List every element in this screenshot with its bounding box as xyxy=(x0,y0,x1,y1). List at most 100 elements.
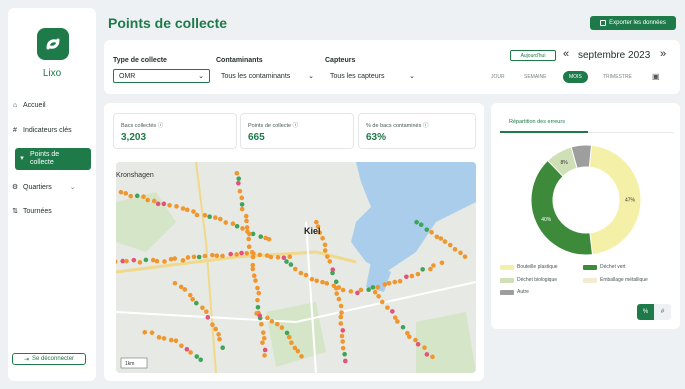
collection-point[interactable] xyxy=(262,353,267,358)
collection-point[interactable] xyxy=(239,206,245,212)
collection-point[interactable] xyxy=(210,322,215,328)
collection-point[interactable] xyxy=(234,223,240,229)
collection-point[interactable] xyxy=(250,266,256,272)
collection-point[interactable] xyxy=(355,290,360,296)
collection-point[interactable] xyxy=(275,255,281,260)
collection-point[interactable] xyxy=(246,236,251,242)
collection-point[interactable] xyxy=(385,305,390,310)
collection-point[interactable] xyxy=(155,201,161,207)
collection-point[interactable] xyxy=(336,285,342,290)
collection-point[interactable] xyxy=(262,347,268,353)
collection-point[interactable] xyxy=(261,335,267,341)
collection-point[interactable] xyxy=(255,285,260,291)
collection-point[interactable] xyxy=(145,197,151,203)
collection-point[interactable] xyxy=(234,170,240,176)
collection-point[interactable] xyxy=(234,252,239,257)
sidebar-item-accueil[interactable]: ⌂ Accueil xyxy=(8,100,86,111)
collection-point[interactable] xyxy=(452,247,458,252)
collection-point[interactable] xyxy=(333,279,339,285)
collection-point[interactable] xyxy=(325,254,330,259)
collection-point[interactable] xyxy=(194,212,200,218)
collection-point[interactable] xyxy=(286,334,292,340)
collection-point[interactable] xyxy=(143,257,149,263)
collection-point[interactable] xyxy=(424,227,430,232)
collection-point[interactable] xyxy=(339,333,345,339)
sidebar-item-points-de-collecte[interactable]: ▾ Points de collecte xyxy=(15,148,91,170)
collection-point[interactable] xyxy=(289,340,294,345)
collection-point[interactable] xyxy=(309,276,315,282)
next-month-button[interactable]: » xyxy=(660,48,666,60)
collection-point[interactable] xyxy=(174,204,179,209)
sidebar-item-indicateurs[interactable]: # Indicateurs clés xyxy=(8,125,86,136)
collection-point[interactable] xyxy=(422,345,427,350)
collection-point[interactable] xyxy=(204,309,209,314)
type-select[interactable]: OMR ⌄ xyxy=(113,69,210,83)
collection-point[interactable] xyxy=(266,236,272,242)
collection-point[interactable] xyxy=(185,255,191,260)
calendar-icon[interactable]: ▣ xyxy=(652,72,660,81)
collection-point[interactable] xyxy=(202,212,208,218)
collection-point[interactable] xyxy=(265,315,270,321)
collection-point[interactable] xyxy=(413,337,418,343)
collection-point[interactable] xyxy=(260,340,265,345)
collection-point[interactable] xyxy=(287,254,293,259)
collection-point[interactable] xyxy=(462,254,468,260)
collection-point[interactable] xyxy=(322,248,328,253)
collection-point[interactable] xyxy=(438,236,444,241)
collection-point[interactable] xyxy=(239,250,244,256)
collection-point[interactable] xyxy=(156,335,162,340)
collection-point[interactable] xyxy=(284,259,289,264)
collection-point[interactable] xyxy=(397,278,403,284)
info-icon[interactable]: ⓘ xyxy=(293,123,299,129)
collection-point[interactable] xyxy=(187,292,193,298)
collection-point[interactable] xyxy=(338,314,344,320)
collection-point[interactable] xyxy=(320,279,325,285)
collection-point[interactable] xyxy=(439,260,445,266)
collection-point[interactable] xyxy=(430,354,435,360)
collection-point[interactable] xyxy=(330,270,335,276)
collection-point[interactable] xyxy=(281,255,287,261)
collection-point[interactable] xyxy=(268,254,274,260)
collection-point[interactable] xyxy=(322,242,328,248)
sensors-select[interactable]: Tous les capteurs ⌄ xyxy=(325,69,420,83)
collection-point[interactable] xyxy=(180,258,186,263)
collection-point[interactable] xyxy=(149,330,155,336)
collection-point[interactable] xyxy=(237,188,243,194)
collection-point[interactable] xyxy=(213,215,218,220)
collection-point[interactable] xyxy=(334,291,339,296)
collection-point[interactable] xyxy=(327,259,333,264)
export-button[interactable]: Exporter les données xyxy=(590,16,676,30)
collection-point[interactable] xyxy=(428,266,433,272)
collection-point[interactable] xyxy=(339,310,344,315)
collection-point[interactable] xyxy=(137,260,143,265)
period-semaine[interactable]: SEMAINE xyxy=(524,74,547,80)
collection-point[interactable] xyxy=(214,253,220,259)
collection-point[interactable] xyxy=(194,354,200,359)
logout-button[interactable]: ⇥ Se déconnecter xyxy=(12,353,86,365)
collection-point[interactable] xyxy=(372,289,378,295)
collection-point[interactable] xyxy=(172,280,178,286)
collection-point[interactable] xyxy=(184,207,190,213)
toggle-percent-button[interactable]: % xyxy=(637,304,654,320)
collection-point[interactable] xyxy=(247,231,252,237)
collection-point[interactable] xyxy=(284,330,290,336)
collection-point[interactable] xyxy=(239,195,245,201)
tab-repartition-erreurs[interactable]: Répartition des erreurs xyxy=(509,119,565,125)
collection-point[interactable] xyxy=(161,201,167,207)
today-button[interactable]: Aujourd'hui xyxy=(510,50,556,61)
collection-point[interactable] xyxy=(343,358,348,364)
collection-point[interactable] xyxy=(274,321,280,327)
collection-point[interactable] xyxy=(255,297,260,303)
collection-point[interactable] xyxy=(182,287,188,292)
collection-point[interactable] xyxy=(375,284,381,290)
collection-point[interactable] xyxy=(400,324,406,330)
collection-point[interactable] xyxy=(228,251,234,257)
collection-point[interactable] xyxy=(244,251,250,256)
collection-point[interactable] xyxy=(269,319,275,324)
collection-point[interactable] xyxy=(324,281,330,286)
collection-point[interactable] xyxy=(198,357,203,363)
period-trimestre[interactable]: TRIMESTRE xyxy=(603,74,632,80)
collection-point[interactable] xyxy=(442,239,448,244)
collection-point[interactable] xyxy=(331,283,337,289)
collection-point[interactable] xyxy=(223,220,229,225)
